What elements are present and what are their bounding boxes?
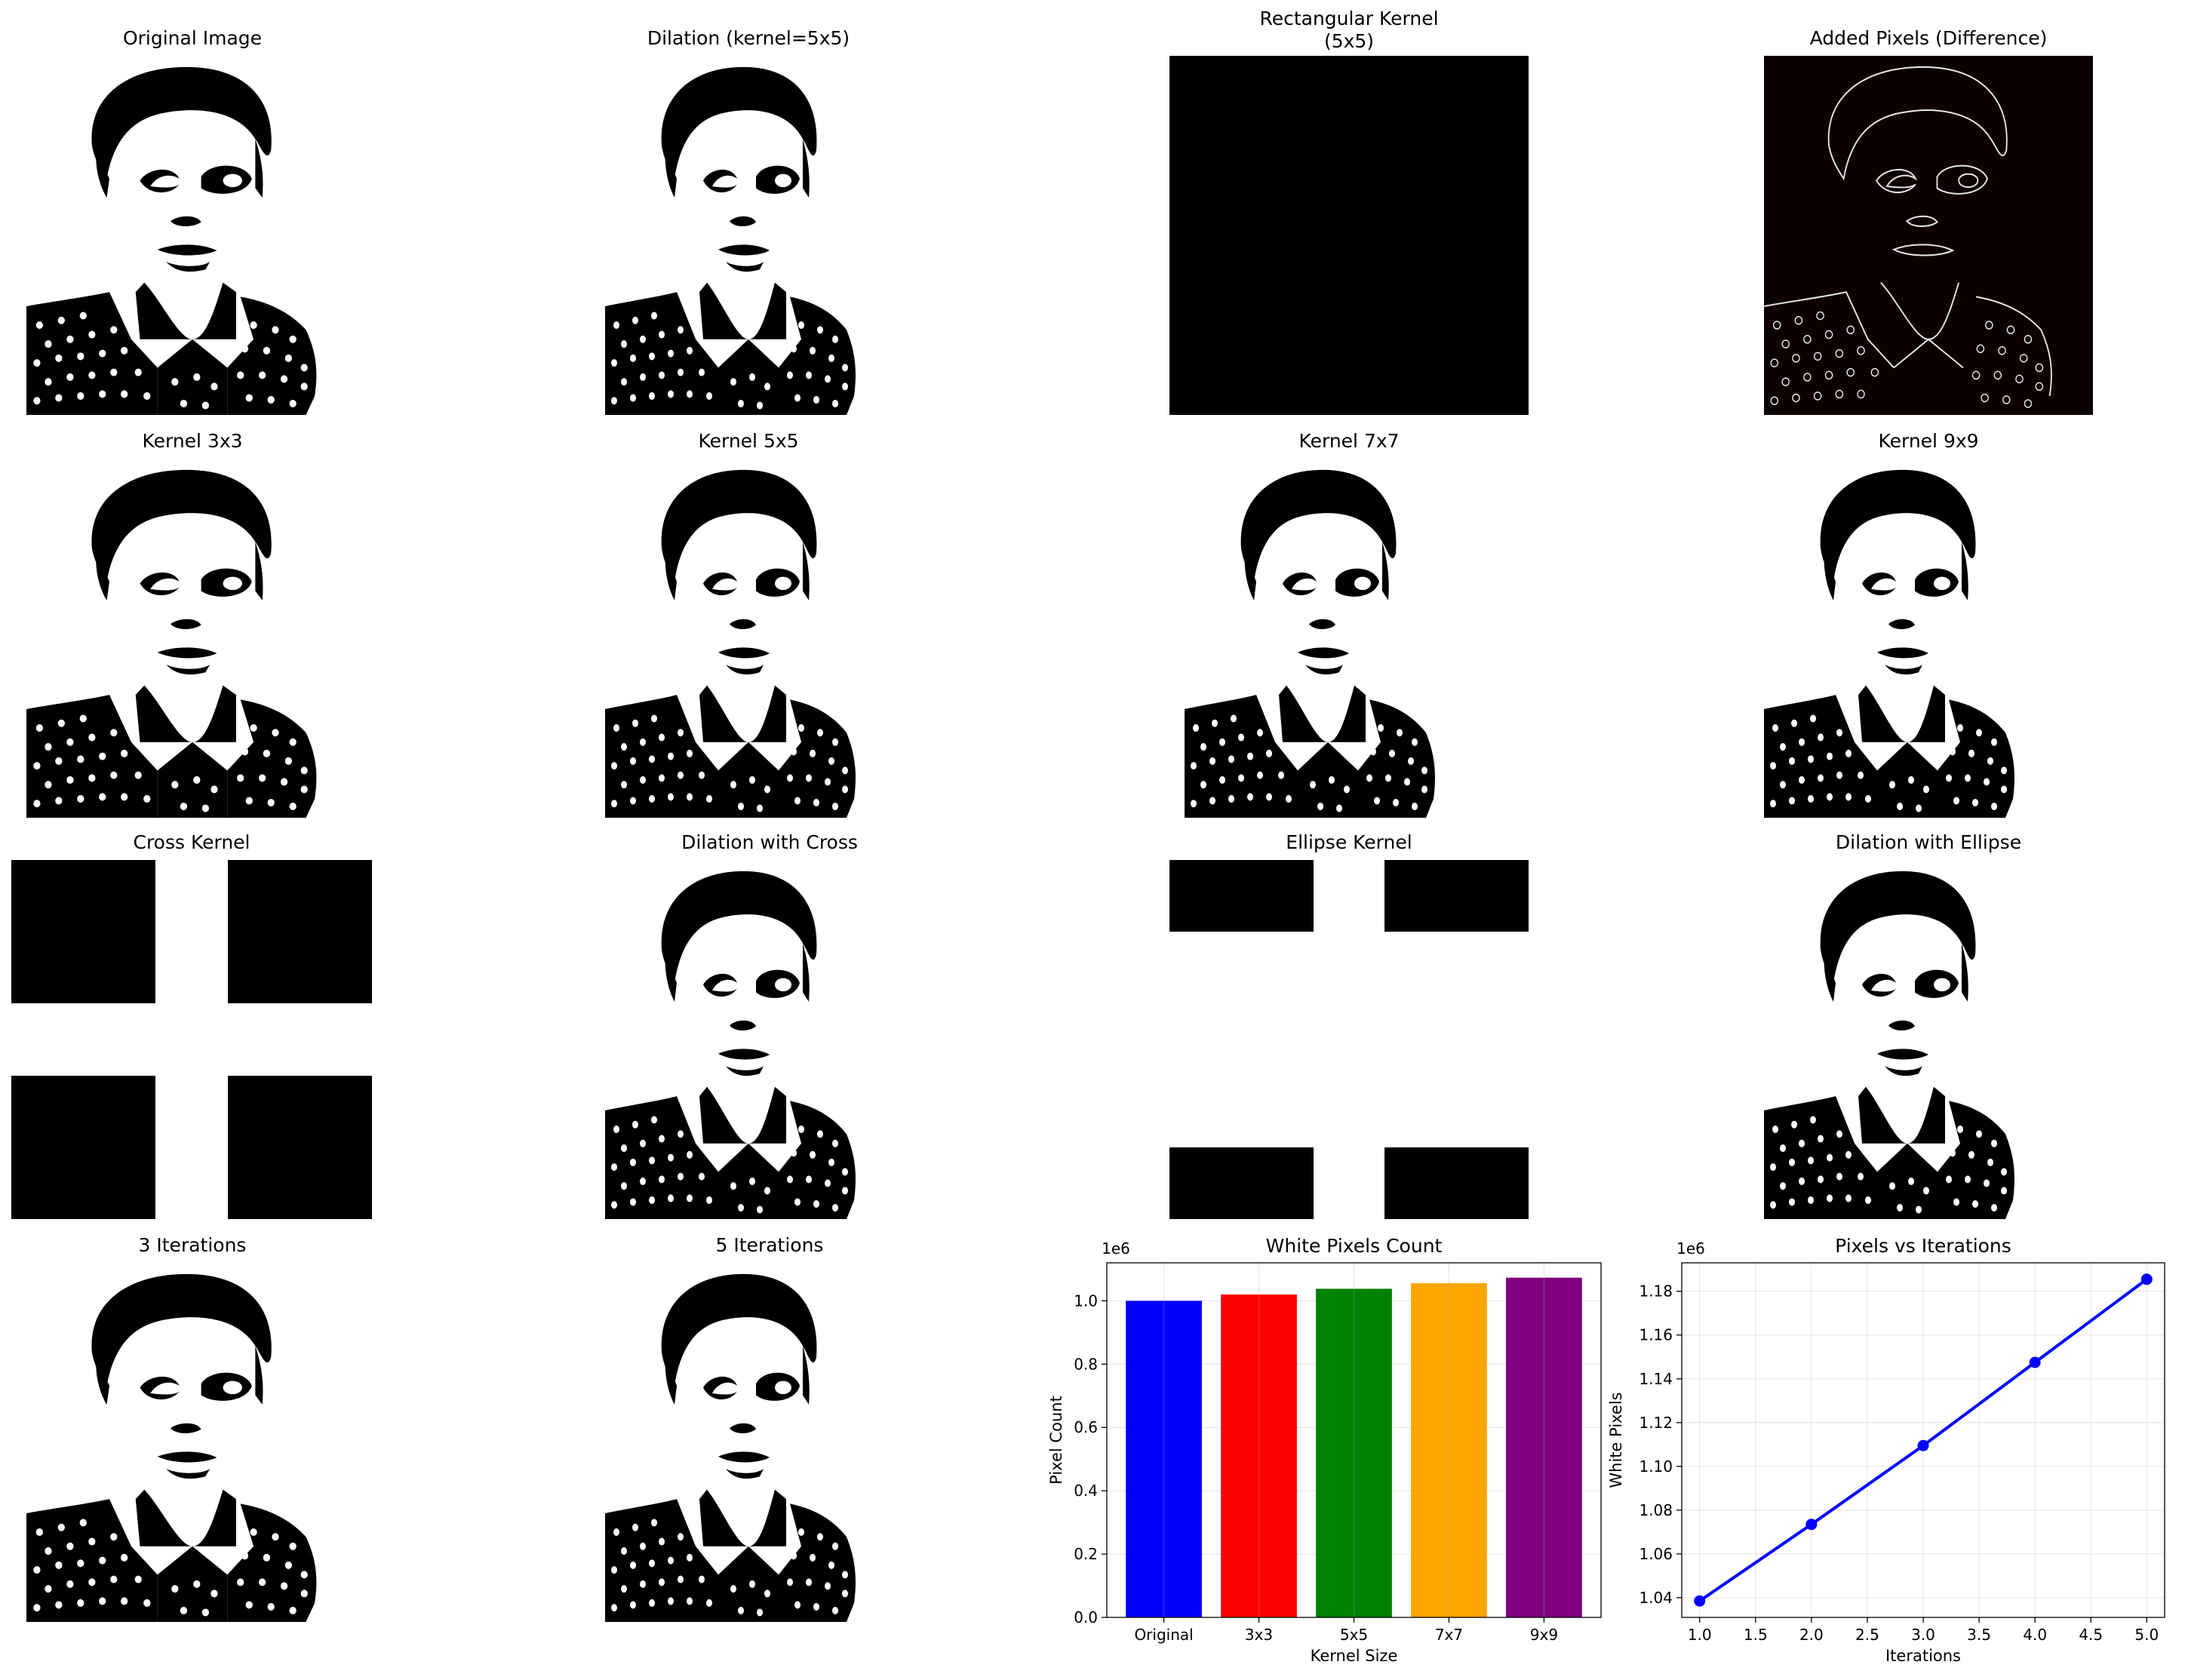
bar-y-tick-label: 0.2 [1074,1545,1098,1563]
kernel-9x9-image [1764,459,2051,818]
title-rect-kernel: Rectangular Kernel (5x5) [1259,8,1439,52]
bar-y-tick-label: 0.6 [1074,1418,1098,1436]
pixels-vs-iterations-chart: Pixels vs Iterations 1.04 1.06 1.08 1.10 1.12… [1603,1230,2185,1680]
line-point [2140,1273,2153,1285]
5-iterations-image [605,1263,892,1622]
title-ellipse-kernel: Ellipse Kernel [1286,831,1412,853]
title-dilation-cross: Dilation with Cross [681,831,858,853]
bar-y-axis-label: Pixel Count [1047,1396,1065,1485]
title-kernel-9x9: Kernel 9x9 [1878,430,1979,452]
line-point [1805,1519,1818,1531]
title-3-iterations: 3 Iterations [138,1234,247,1256]
title-dilation: Dilation (kernel=5x5) [647,27,850,49]
bar-x-tick-label: Original [1134,1626,1193,1644]
bar-y-tick-label: 0.8 [1074,1355,1098,1373]
cross-kernel-block-br [228,1076,372,1219]
title-kernel-3x3: Kernel 3x3 [142,430,243,452]
ellipse-kernel-image [1169,860,1529,1219]
kernel-5x5-image [605,459,892,818]
line-x-tick-label: 2.5 [1855,1626,1879,1644]
line-offset-label: 1e6 [1676,1239,1705,1258]
rectangular-kernel-image [1169,56,1529,415]
bar-chart-title: White Pixels Count [1266,1235,1443,1257]
dilation-image [605,56,892,415]
title-kernel-7x7: Kernel 7x7 [1298,430,1400,452]
line-y-tick-label: 1.06 [1639,1545,1673,1563]
cross-kernel-image [11,860,372,1219]
line-y-tick-label: 1.10 [1639,1457,1673,1476]
bar-x-tick-label: 5x5 [1340,1626,1368,1644]
kernel-7x7-image [1185,459,1471,818]
bar-x-axis-label: Kernel Size [1311,1647,1398,1665]
line-y-axis-label: White Pixels [1607,1392,1625,1488]
bar-x-tick-label: 7x7 [1435,1626,1463,1644]
cross-kernel-block-bl [11,1076,155,1219]
line-chart-svg: Pixels vs Iterations 1.04 1.06 1.08 1.10 1.12… [1607,1235,2165,1665]
ellipse-kernel-block-br [1384,1147,1529,1219]
line-x-tick-label: 5.0 [2134,1626,2159,1644]
line-x-tick-label: 4.0 [2023,1626,2047,1644]
title-original: Original Image [122,27,263,49]
line-y-tick-label: 1.14 [1639,1370,1673,1388]
line-x-tick-label: 4.5 [2079,1626,2103,1644]
title-cross-kernel: Cross Kernel [133,831,250,853]
kernel-3x3-image [26,459,358,818]
ellipse-kernel-block-tl [1169,860,1314,932]
white-pixels-count-chart: White Pixels Count 0.0 0.2 0.4 0.6 0.8 1.0 Orig… [1045,1230,1603,1680]
title-dilation-ellipse: Dilation with Ellipse [1835,831,2022,853]
bar-chart-svg: White Pixels Count 0.0 0.2 0.4 0.6 0.8 1.0 Orig… [1047,1235,1602,1665]
line-y-tick-label: 1.12 [1639,1414,1673,1432]
original-image [26,56,358,415]
bar-x-tick-label: 9x9 [1530,1626,1558,1644]
cross-kernel-block-tl [11,860,155,1003]
bar-x-tick-label: 3x3 [1245,1626,1273,1644]
line-y-tick-label: 1.16 [1639,1326,1673,1344]
line-x-axis-label: Iterations [1885,1647,1961,1665]
dilation-ellipse-image [1764,860,2051,1219]
3-iterations-image [26,1263,358,1622]
line-y-tick-label: 1.18 [1639,1282,1673,1301]
bar-offset-label: 1e6 [1102,1239,1130,1258]
line-point [1917,1439,1929,1451]
dilation-cross-image [605,860,892,1219]
line-x-tick-label: 3.0 [1911,1626,1935,1644]
line-chart-title: Pixels vs Iterations [1835,1235,2011,1257]
added-pixels-image [1764,56,2093,415]
line-x-tick-label: 1.5 [1744,1626,1768,1644]
line-y-tick-label: 1.08 [1639,1501,1673,1519]
title-5-iterations: 5 Iterations [715,1234,824,1256]
line-point [1694,1595,1706,1607]
bar-y-tick-label: 0.0 [1074,1608,1098,1626]
cross-kernel-block-tr [228,860,372,1003]
bar-y-tick-label: 1.0 [1074,1291,1098,1310]
line-point [2029,1356,2041,1368]
title-kernel-5x5: Kernel 5x5 [698,430,799,452]
line-y-tick-label: 1.04 [1639,1589,1673,1607]
ellipse-kernel-block-bl [1169,1147,1314,1219]
line-x-tick-label: 2.0 [1799,1626,1824,1644]
line-x-tick-label: 1.0 [1688,1626,1712,1644]
line-x-tick-label: 3.5 [1967,1626,1991,1644]
title-added-pixels: Added Pixels (Difference) [1809,27,2048,49]
ellipse-kernel-block-tr [1384,860,1529,932]
bar-y-tick-label: 0.4 [1074,1482,1098,1500]
